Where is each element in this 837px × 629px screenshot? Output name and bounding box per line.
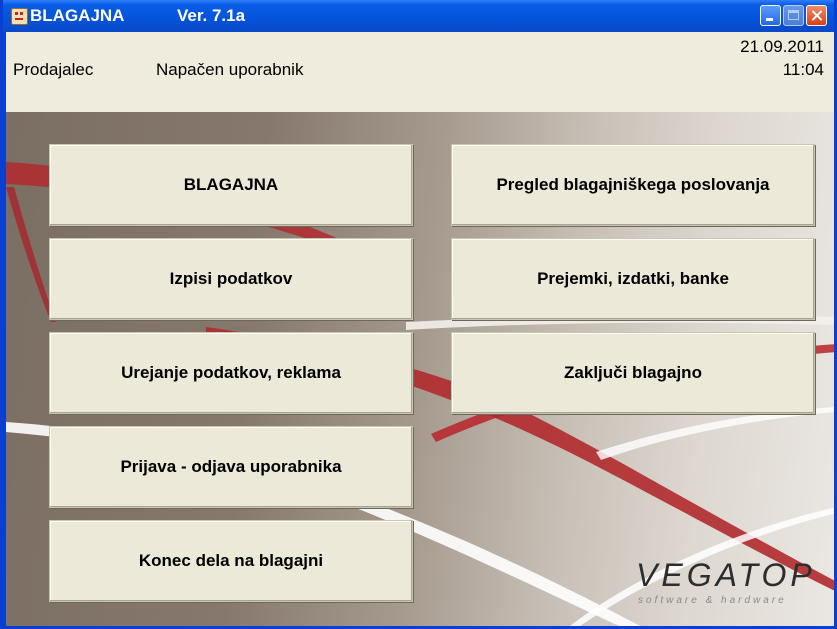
close-button[interactable] [806,5,827,26]
main-menu-area: BLAGAJNA Izpisi podatkov Urejanje podatk… [6,112,834,626]
menu-button-prejemki-izdatki[interactable]: Prejemki, izdatki, banke [451,238,815,320]
seller-label: Prodajalec [13,60,94,79]
vegatop-tagline: software & hardware [638,595,787,606]
app-icon [11,8,28,25]
maximize-button [783,5,804,26]
minimize-button[interactable] [760,5,781,26]
app-window: BLAGAJNA Ver. 7.1a Prodajalec Napačen up… [0,0,837,629]
time-display: 11:04 [782,60,824,79]
menu-button-zakljuci-blagajno[interactable]: Zaključi blagajno [451,332,815,414]
menu-button-blagajna[interactable]: BLAGAJNA [49,144,413,226]
menu-button-konec-dela[interactable]: Konec dela na blagajni [49,520,413,602]
info-bar: Prodajalec Napačen uporabnik 21.09.2011 … [6,32,834,112]
title-bar[interactable]: BLAGAJNA Ver. 7.1a [3,0,834,32]
window-version: Ver. 7.1a [177,6,246,25]
menu-button-pregled-poslovanja[interactable]: Pregled blagajniškega poslovanja [451,144,815,226]
menu-button-urejanje-podatkov[interactable]: Urejanje podatkov, reklama [49,332,413,414]
window-title: BLAGAJNA [30,6,125,25]
menu-button-prijava-odjava[interactable]: Prijava - odjava uporabnika [49,426,413,508]
user-status: Napačen uporabnik [156,60,304,79]
date-display: 21.09.2011 [740,37,824,56]
menu-button-izpisi-podatkov[interactable]: Izpisi podatkov [49,238,413,320]
vegatop-logo: VEGATOP [636,557,816,593]
